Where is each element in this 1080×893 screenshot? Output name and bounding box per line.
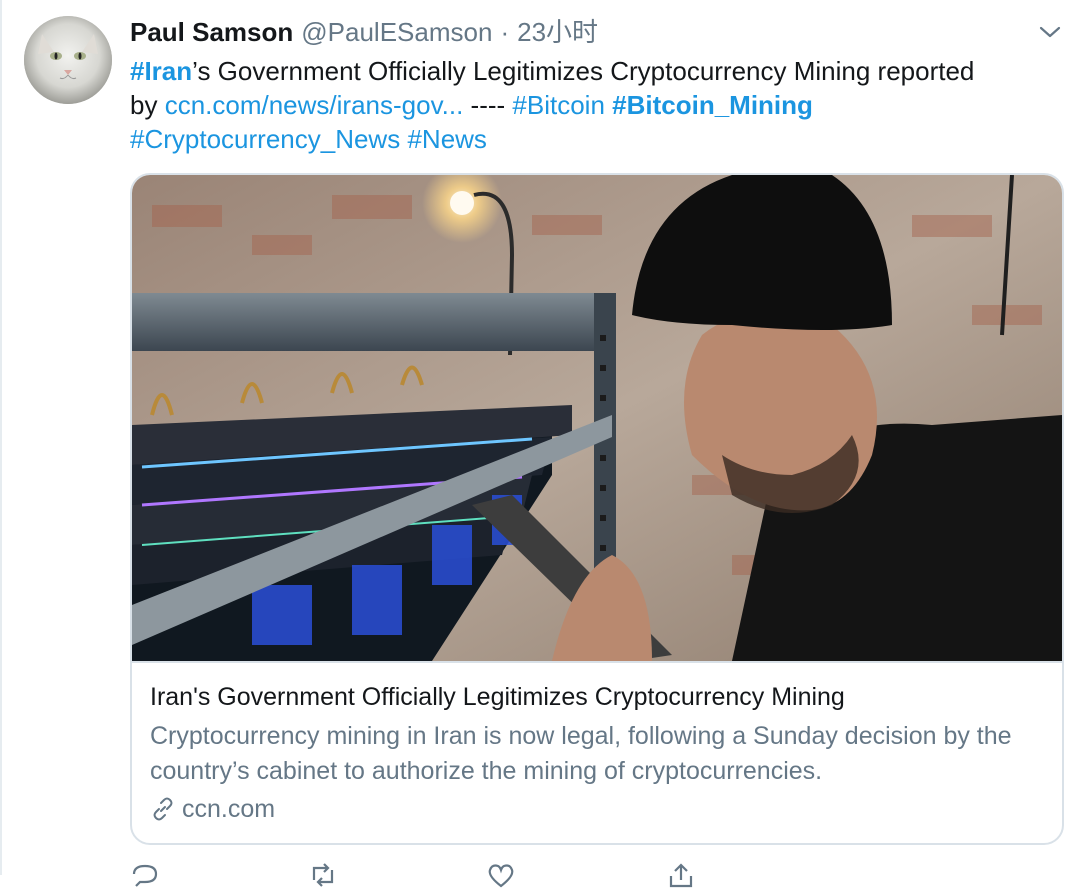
author-handle[interactable]: @PaulESamson <box>301 16 492 48</box>
mining-rig-photo <box>132 175 1062 661</box>
tweet-header: Paul Samson @PaulESamson · 23小时 <box>130 16 598 48</box>
hashtag-news[interactable]: #News <box>407 124 486 154</box>
share-icon[interactable] <box>666 862 696 888</box>
card-domain[interactable]: ccn.com <box>150 793 275 825</box>
card-title[interactable]: Iran's Government Officially Legitimizes… <box>150 681 845 713</box>
author-name[interactable]: Paul Samson <box>130 16 293 48</box>
chevron-down-icon[interactable] <box>1038 22 1062 42</box>
avatar[interactable] <box>24 16 112 104</box>
tweet-text-dashes: ---- <box>463 90 513 120</box>
card-description: Cryptocurrency mining in Iran is now leg… <box>150 722 1012 785</box>
hashtag-bitcoin-mining[interactable]: #Bitcoin_Mining <box>612 90 813 120</box>
tweet-text-by: by <box>130 90 165 120</box>
cat-avatar-image <box>24 16 112 104</box>
retweet-icon[interactable] <box>308 862 338 887</box>
timestamp[interactable]: 23小时 <box>517 16 598 48</box>
tweet[interactable]: Paul Samson @PaulESamson · 23小时 #Iran’s … <box>0 0 1080 888</box>
heart-icon[interactable] <box>486 862 516 888</box>
card-image[interactable] <box>132 175 1062 663</box>
reply-icon[interactable] <box>130 862 160 887</box>
article-link[interactable]: ccn.com/news/irans-gov... <box>165 90 464 120</box>
card-domain-text: ccn.com <box>182 795 276 823</box>
separator-dot: · <box>500 17 510 47</box>
hashtag-iran[interactable]: #Iran <box>130 56 192 86</box>
link-card[interactable]: Iran's Government Officially Legitimizes… <box>130 173 1064 845</box>
tweet-text: #Iran’s Government Officially Legitimize… <box>130 54 1060 156</box>
hashtag-bitcoin[interactable]: #Bitcoin <box>512 90 605 120</box>
tweet-text-line1: ’s Government Officially Legitimizes Cry… <box>192 56 975 86</box>
hashtag-cryptocurrency-news[interactable]: #Cryptocurrency_News <box>130 124 400 154</box>
link-icon <box>153 797 173 821</box>
